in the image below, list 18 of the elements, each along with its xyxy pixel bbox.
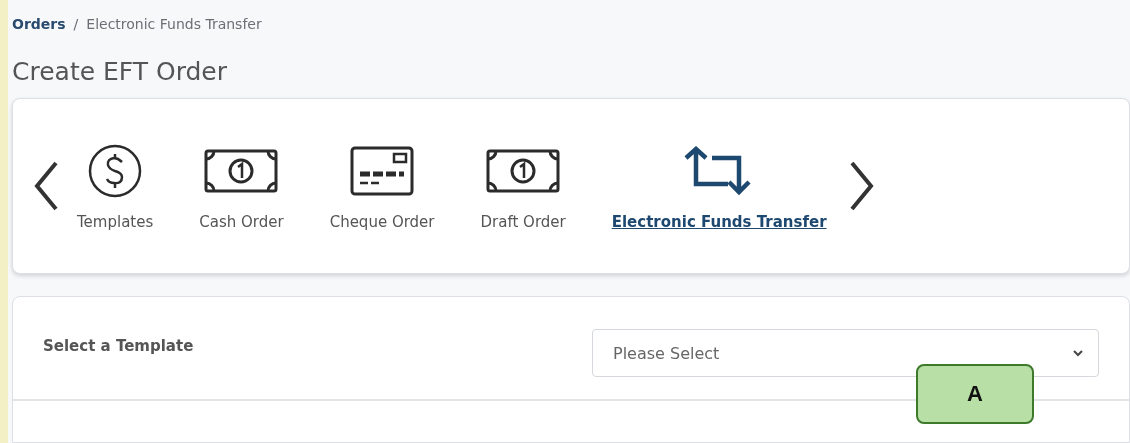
breadcrumb-link[interactable]: Orders [12,16,66,32]
order-type-tab[interactable]: Cash Order [199,143,284,231]
previous-button[interactable] [33,160,59,212]
template-label: Select a Template [43,337,194,355]
next-button[interactable] [848,160,875,212]
breadcrumb-current: Electronic Funds Transfer [86,16,262,32]
order-type-tab[interactable]: Templates [77,143,154,231]
breadcrumb-separator: / [73,16,79,32]
caret-icon [1072,349,1084,357]
order-type-tab[interactable]: Cheque Order [329,143,435,231]
callout-label: A [916,364,1034,424]
cheque-icon [350,146,415,196]
dollar-icon [88,144,143,198]
order-type-tab[interactable]: Electronic Funds Transfer [611,143,827,231]
banknote-icon [486,149,561,193]
page-title: Create EFT Order [12,57,228,86]
order-type-tab[interactable]: Draft Order [480,143,566,231]
banknote-icon [204,149,279,193]
